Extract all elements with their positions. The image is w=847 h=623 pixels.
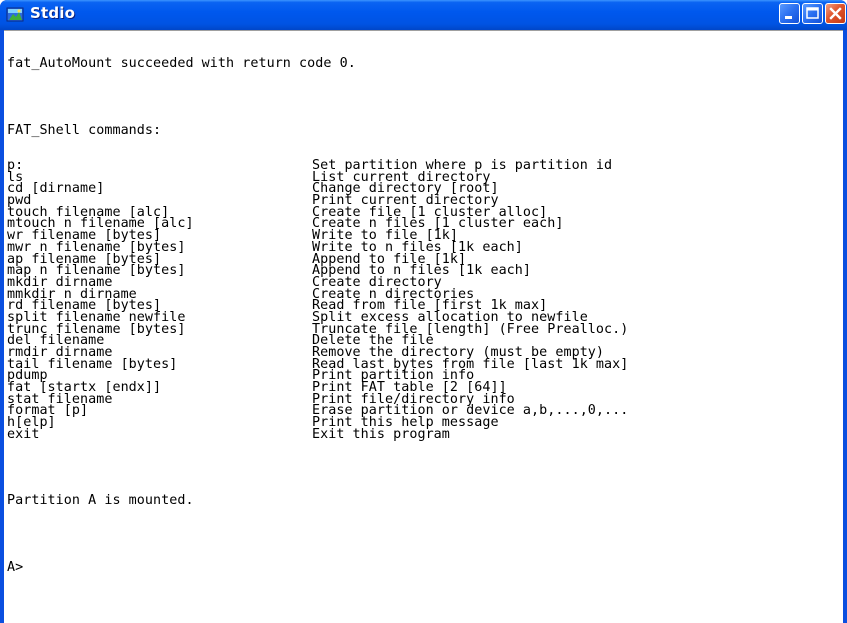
- command-name: p:: [7, 158, 24, 173]
- maximize-button[interactable]: [802, 3, 823, 24]
- command-description: Exit this program: [312, 426, 450, 442]
- minimize-icon: [785, 16, 792, 19]
- window-title: Stdio: [30, 4, 76, 22]
- console-window: Stdio fat_AutoMount succeeded with retur…: [0, 0, 847, 623]
- command-row: exit Exit this program: [7, 426, 628, 442]
- commands-header: FAT_Shell commands:: [7, 122, 162, 138]
- close-icon: [829, 7, 842, 20]
- command-name: exit: [7, 426, 40, 442]
- close-button[interactable]: [825, 3, 846, 24]
- mount-message: Partition A is mounted.: [7, 493, 194, 509]
- console-text: fat_AutoMount succeeded with return code…: [7, 35, 628, 597]
- title-bar[interactable]: Stdio: [0, 0, 847, 30]
- command-prompt[interactable]: A>: [7, 561, 628, 574]
- command-name: tail filename [bytes]: [7, 356, 178, 372]
- command-name: h[elp]: [7, 415, 56, 431]
- window-frame-right: [843, 30, 847, 623]
- command-name: cd [dirname]: [7, 181, 105, 197]
- maximize-icon: [806, 7, 819, 19]
- status-line: fat_AutoMount succeeded with return code…: [7, 56, 356, 72]
- console-app-icon: [6, 7, 24, 22]
- minimize-button[interactable]: [779, 3, 800, 24]
- console-output-area[interactable]: fat_AutoMount succeeded with return code…: [4, 30, 843, 623]
- command-list: p: Set partition where p is partition id l…: [7, 158, 628, 442]
